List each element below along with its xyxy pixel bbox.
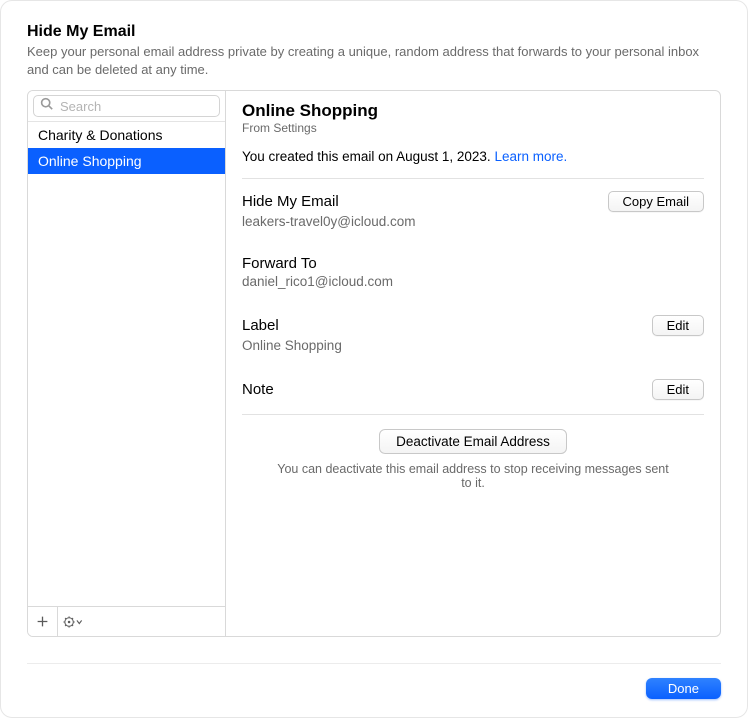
note-row: Note Edit	[242, 367, 704, 414]
copy-email-button[interactable]: Copy Email	[608, 191, 704, 212]
deactivate-note: You can deactivate this email address to…	[273, 462, 673, 490]
actions-menu-button[interactable]	[58, 607, 88, 636]
page-title: Hide My Email	[27, 23, 721, 41]
search-wrap	[28, 91, 225, 122]
hide-my-email-window: Hide My Email Keep your personal email a…	[0, 0, 748, 718]
edit-note-button[interactable]: Edit	[652, 379, 704, 400]
forward-to-label: Forward To	[242, 255, 317, 272]
created-text: You created this email on August 1, 2023…	[242, 149, 494, 164]
edit-label-button[interactable]: Edit	[652, 315, 704, 336]
page-description: Keep your personal email address private…	[27, 43, 721, 78]
done-button[interactable]: Done	[646, 678, 721, 699]
forward-to-row: Forward To daniel_rico1@icloud.com	[242, 243, 704, 303]
search-input[interactable]	[58, 98, 213, 115]
content-panel: Charity & Donations Online Shopping	[27, 90, 721, 637]
gear-dropdown-icon	[62, 615, 84, 629]
detail-pane: Online Shopping From Settings You create…	[226, 91, 720, 636]
sidebar: Charity & Donations Online Shopping	[28, 91, 226, 636]
window-footer: Done	[27, 663, 721, 699]
deactivate-button[interactable]: Deactivate Email Address	[379, 429, 567, 454]
deactivate-section: Deactivate Email Address You can deactiv…	[242, 414, 704, 490]
detail-subtitle: From Settings	[242, 121, 704, 135]
label-row: Label Edit Online Shopping	[242, 303, 704, 367]
header: Hide My Email Keep your personal email a…	[27, 23, 721, 90]
hide-my-email-row: Hide My Email Copy Email leakers-travel0…	[242, 178, 704, 243]
forward-to-value: daniel_rico1@icloud.com	[242, 274, 704, 289]
sidebar-item-charity-donations[interactable]: Charity & Donations	[28, 122, 225, 148]
note-heading: Note	[242, 381, 274, 398]
detail-title: Online Shopping	[242, 101, 704, 121]
label-value: Online Shopping	[242, 338, 704, 353]
alias-list: Charity & Donations Online Shopping	[28, 122, 225, 606]
created-info: You created this email on August 1, 2023…	[242, 149, 704, 164]
sidebar-footer	[28, 606, 225, 636]
search-field-container[interactable]	[33, 95, 220, 117]
hide-my-email-value: leakers-travel0y@icloud.com	[242, 214, 704, 229]
search-icon	[40, 97, 53, 115]
label-heading: Label	[242, 317, 279, 334]
plus-icon	[36, 615, 49, 628]
sidebar-item-online-shopping[interactable]: Online Shopping	[28, 148, 225, 174]
hide-my-email-label: Hide My Email	[242, 193, 339, 210]
learn-more-link[interactable]: Learn more.	[494, 149, 567, 164]
add-button[interactable]	[28, 607, 58, 636]
